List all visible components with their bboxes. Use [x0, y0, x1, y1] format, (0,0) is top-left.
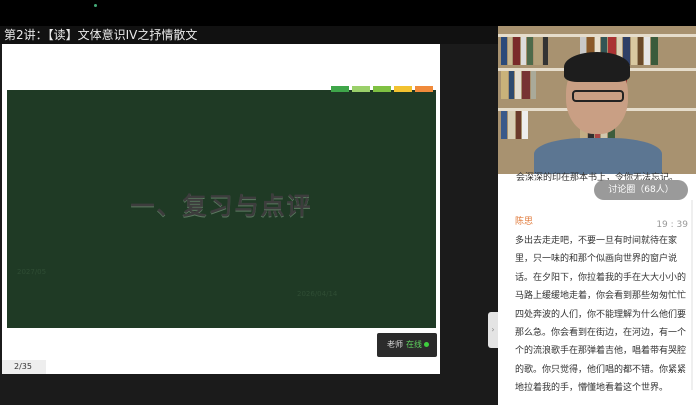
chat-author-name: 陈思 [515, 217, 534, 227]
chevron-right-icon: › [491, 325, 495, 334]
window-top-bar [0, 0, 696, 26]
stripe-2 [352, 86, 370, 92]
teacher-label: 老师 [387, 340, 403, 349]
slide-heading: 一、复习与点评 [130, 192, 313, 220]
teacher-video [498, 26, 696, 174]
slide-faint-text: 2026/04/14 [297, 290, 338, 298]
stripe-4 [394, 86, 412, 92]
discussion-count-chip[interactable]: 讨论圈（68人） [594, 180, 688, 200]
stripe-5 [415, 86, 433, 92]
chat-scrollbar[interactable] [691, 200, 693, 390]
slide: 一、复习与点评 2027/05 2026/04/14 [7, 86, 436, 328]
player-bottom-bar [0, 374, 498, 405]
slide-color-stripes [331, 86, 433, 92]
teacher-body [534, 138, 662, 174]
stripe-3 [373, 86, 391, 92]
online-label: 在线 [406, 340, 422, 349]
online-dot-icon [424, 342, 429, 347]
lesson-header: 第2讲：【读】文体意识IV之抒情散文 [0, 26, 498, 44]
chat-timestamp: 19 : 39 [656, 220, 688, 230]
teacher-hair [564, 52, 630, 82]
right-panel: 会深深的印在那本书上，令你无法忘记。 讨论圈（68人） 陈思 19 : 39 多… [498, 26, 696, 405]
chat-message-body: 多出去走走吧，不要一旦有时间就待在家里，只一味的和那个似画向世界的窗户说话。在夕… [515, 236, 687, 394]
slide-canvas: 一、复习与点评 2027/05 2026/04/14 [2, 44, 440, 374]
collapse-panel-button[interactable]: › [488, 312, 498, 348]
teacher-status: 老师 在线 [377, 333, 437, 357]
glasses [572, 90, 624, 102]
stripe-1 [331, 86, 349, 92]
slide-faint-text: 2027/05 [17, 268, 47, 276]
status-dot [94, 4, 97, 7]
page-indicator: 2/35 [2, 360, 46, 374]
lesson-title: 第2讲：【读】文体意识IV之抒情散文 [4, 28, 198, 42]
